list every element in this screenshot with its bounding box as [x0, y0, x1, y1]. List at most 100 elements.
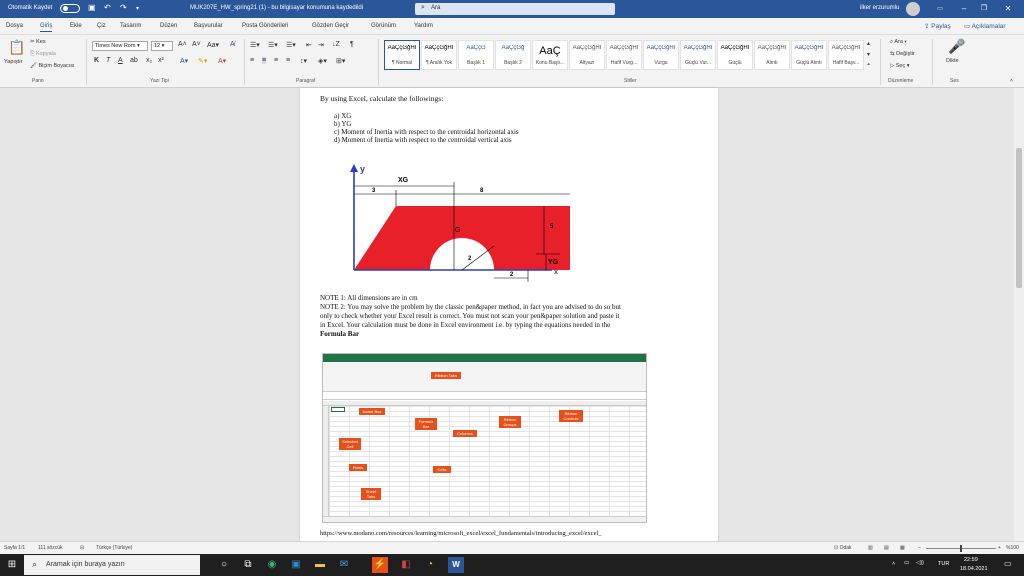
underline-icon[interactable]: A	[118, 57, 123, 64]
tab-gorunum[interactable]: Görünüm	[371, 23, 396, 29]
dictate-icon[interactable]: 🎤	[948, 38, 965, 55]
multilevel-list-icon[interactable]: ☰▾	[286, 41, 296, 49]
style-item[interactable]: AaÇçĞğHİ Altyazı	[569, 40, 605, 70]
styles-more-icon[interactable]: ⩡	[867, 62, 870, 69]
find-button[interactable]: ⌕ Ara ▾	[890, 39, 907, 46]
collapse-ribbon-icon[interactable]: ˄	[1010, 78, 1013, 84]
style-item[interactable]: AaÇçĞğ Başlık 2	[495, 40, 531, 70]
align-left-icon[interactable]: ≡	[250, 57, 254, 64]
shrink-font-icon[interactable]: A˅	[192, 41, 201, 48]
tray-arrow-icon[interactable]: ˄	[892, 561, 895, 567]
style-item[interactable]: AaÇçĞğHİ Hafif Vurg...	[606, 40, 642, 70]
font-size-dropdown[interactable]: 12 ▾	[151, 41, 173, 51]
pilcrow-icon[interactable]: ¶	[350, 41, 354, 48]
style-item[interactable]: AaÇçĞğHİ Güçlü Vur...	[680, 40, 716, 70]
language-indicator[interactable]: Türkçe (Türkiye)	[96, 545, 132, 551]
task-view-icon[interactable]: ⧉	[240, 557, 256, 573]
teams-icon[interactable]: ▣	[288, 557, 304, 573]
tab-dosya[interactable]: Dosya	[6, 23, 23, 29]
zoom-level[interactable]: %100	[1006, 545, 1019, 551]
edge-icon[interactable]: ◉	[264, 557, 280, 573]
cut-button[interactable]: ✂ Kes	[30, 39, 46, 45]
style-item[interactable]: AaÇçĞğHİ Güçlü	[717, 40, 753, 70]
pinned-app-2-icon[interactable]: ◧	[398, 557, 414, 573]
highlight-icon[interactable]: ✎▾	[198, 57, 207, 65]
decrease-indent-icon[interactable]: ⇤	[306, 41, 312, 49]
clock-time[interactable]: 22:59	[964, 557, 978, 563]
style-item[interactable]: AaÇçĞğHİ Hafif Başv...	[828, 40, 864, 70]
pinned-app-icon[interactable]: ⚡	[372, 557, 388, 573]
redo-icon[interactable]: ↷	[120, 3, 127, 12]
close-button[interactable]: ✕	[988, 2, 1024, 16]
page-indicator[interactable]: Sayfa 1/1	[4, 545, 25, 551]
style-item[interactable]: AaÇçĞğHİ Güçlü Alıntı	[791, 40, 827, 70]
style-item[interactable]: AaÇçĞ Başlık 1	[458, 40, 494, 70]
volume-icon[interactable]: ◁))	[916, 560, 924, 566]
shading-icon[interactable]: ◈▾	[318, 57, 327, 65]
share-button[interactable]: ⇪ Paylaş	[924, 22, 951, 30]
numbering-icon[interactable]: ☰▾	[268, 41, 278, 49]
language-tray[interactable]: TUR	[938, 561, 949, 567]
tab-ekle[interactable]: Ekle	[70, 23, 82, 29]
avatar[interactable]	[906, 2, 920, 16]
zoom-slider-thumb[interactable]	[960, 545, 962, 552]
document-page[interactable]: By using Excel, calculate the followings…	[300, 88, 718, 541]
dictate-label[interactable]: Dikte	[946, 58, 959, 64]
tab-ciz[interactable]: Çiz	[97, 23, 106, 29]
copy-button[interactable]: ⎘ Kopyala	[30, 51, 56, 58]
autosave-toggle[interactable]	[60, 4, 80, 13]
word-icon[interactable]: W	[448, 557, 464, 573]
sort-icon[interactable]: ↓Z	[332, 41, 340, 48]
clear-format-icon[interactable]: A̸	[230, 41, 235, 48]
mail-icon[interactable]: ✉	[336, 557, 352, 573]
tab-gozden-gecir[interactable]: Gözden Geçir	[312, 23, 349, 29]
pinned-app-3-icon[interactable]: ◔	[422, 557, 438, 573]
zoom-out-icon[interactable]: –	[918, 545, 921, 551]
align-right-icon[interactable]: ≡	[274, 57, 278, 64]
borders-icon[interactable]: ⊞▾	[336, 57, 345, 65]
superscript-icon[interactable]: x²	[158, 57, 164, 64]
font-color-icon[interactable]: A▾	[218, 57, 226, 65]
font-name-dropdown[interactable]: Times New Rom ▾	[92, 41, 148, 51]
doc-source-url[interactable]: https://www.modano.com/resources/learnin…	[320, 530, 602, 537]
format-painter-button[interactable]: 🖌 Biçim Boyacısı	[30, 63, 75, 69]
file-explorer-icon[interactable]: ▬	[312, 557, 328, 573]
focus-button[interactable]: ⊡ Odak	[834, 545, 852, 551]
paste-label[interactable]: Yapıştır	[4, 59, 23, 65]
tab-basvurular[interactable]: Başvurular	[194, 23, 223, 29]
replace-button[interactable]: ⇆ Değiştir	[890, 51, 915, 57]
tab-tasarim[interactable]: Tasarım	[120, 23, 141, 29]
select-button[interactable]: ▷ Seç ▾	[890, 63, 910, 69]
notifications-icon[interactable]: ▭	[1004, 559, 1012, 568]
bullets-icon[interactable]: ☰▾	[250, 41, 260, 49]
comments-button[interactable]: ▭ Açıklamalar	[964, 22, 1006, 30]
increase-indent-icon[interactable]: ⇥	[318, 41, 324, 49]
text-effects-icon[interactable]: A▾	[180, 57, 188, 65]
proofing-icon[interactable]: ⊟	[80, 545, 84, 551]
search-box[interactable]: ⌕ Ara	[415, 3, 615, 15]
vertical-scrollbar[interactable]	[1014, 88, 1024, 541]
style-item[interactable]: AaÇ Konu Başlı...	[532, 40, 568, 70]
tab-giris[interactable]: Giriş	[40, 23, 53, 32]
style-item[interactable]: AaÇçĞğHİ Vurgu	[643, 40, 679, 70]
windows-start-icon[interactable]: ⊞	[4, 557, 20, 573]
network-icon[interactable]: ▭	[904, 560, 909, 566]
word-count[interactable]: 111 sözcük	[38, 545, 63, 551]
line-spacing-icon[interactable]: ↕▾	[300, 57, 307, 65]
bold-icon[interactable]: K	[94, 57, 99, 64]
grow-font-icon[interactable]: A˄	[178, 41, 187, 48]
read-mode-icon[interactable]: ▥	[868, 545, 873, 551]
zoom-in-icon[interactable]: +	[998, 545, 1001, 551]
align-center-icon[interactable]: ≡	[262, 57, 267, 64]
paste-icon[interactable]: 📋	[8, 39, 25, 56]
cortana-icon[interactable]: ○	[216, 557, 232, 573]
undo-icon[interactable]: ↶	[104, 3, 111, 12]
taskbar-search[interactable]: ⌕ Aramak için buraya yazın	[24, 555, 200, 575]
web-layout-icon[interactable]: ▦	[900, 545, 905, 551]
style-item[interactable]: AaÇçĞğHİ Alıntı	[754, 40, 790, 70]
tab-duzen[interactable]: Düzen	[160, 23, 177, 29]
print-layout-icon[interactable]: ▤	[884, 545, 889, 551]
tab-posta[interactable]: Posta Gönderileri	[242, 23, 288, 29]
style-item[interactable]: AaÇçĞğHİ ¶ Aralık Yok	[421, 40, 457, 70]
clock-date[interactable]: 18.04.2021	[960, 566, 988, 572]
